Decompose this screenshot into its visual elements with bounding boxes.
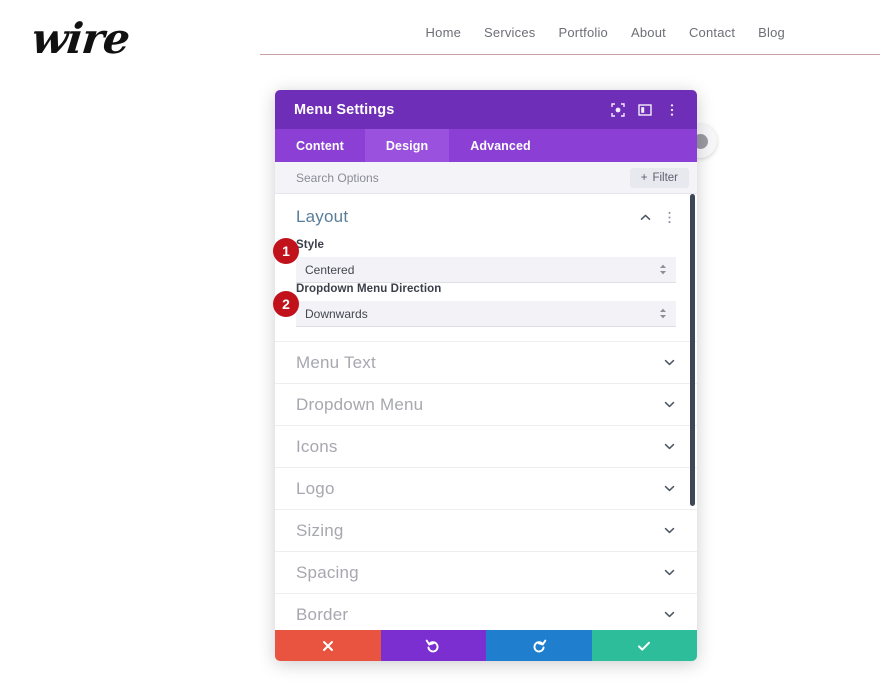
annotation-badge-2: 2 bbox=[273, 291, 299, 317]
kebab-menu-icon[interactable] bbox=[661, 99, 683, 121]
cancel-button[interactable] bbox=[275, 630, 381, 661]
plus-icon: + bbox=[640, 171, 648, 184]
section-icons[interactable]: Icons bbox=[275, 426, 697, 468]
chevron-down-icon[interactable] bbox=[663, 482, 676, 495]
undo-button[interactable] bbox=[380, 630, 486, 661]
section-sizing[interactable]: Sizing bbox=[275, 510, 697, 552]
nav-item-home[interactable]: Home bbox=[426, 25, 461, 40]
section-dropdown-menu-label: Dropdown Menu bbox=[296, 394, 424, 414]
search-row: + Filter bbox=[275, 162, 697, 194]
check-icon bbox=[638, 641, 651, 651]
nav-item-services[interactable]: Services bbox=[484, 25, 535, 40]
section-spacing-label: Spacing bbox=[296, 562, 359, 582]
chevron-down-icon[interactable] bbox=[663, 608, 676, 621]
header-accent-line bbox=[260, 54, 880, 55]
modal-title: Menu Settings bbox=[294, 101, 395, 118]
section-sizing-label: Sizing bbox=[296, 520, 344, 540]
modal-footer bbox=[275, 630, 697, 661]
redo-button[interactable] bbox=[486, 630, 592, 661]
nav-item-contact[interactable]: Contact bbox=[689, 25, 735, 40]
chevron-down-icon[interactable] bbox=[663, 398, 676, 411]
section-menu-text[interactable]: Menu Text bbox=[275, 342, 697, 384]
modal-header: Menu Settings bbox=[275, 90, 697, 129]
dropdown-direction-select-value: Downwards bbox=[305, 306, 368, 321]
layout-panel-icon[interactable] bbox=[634, 99, 656, 121]
stepper-arrows-icon bbox=[659, 308, 667, 319]
section-layout-title: Layout bbox=[296, 207, 349, 226]
menu-settings-modal: Menu Settings Content Design Advanced Se… bbox=[275, 90, 697, 661]
field-dropdown-menu-direction: Dropdown Menu Direction Downwards bbox=[296, 283, 676, 327]
section-border-label: Border bbox=[296, 604, 349, 624]
main-navigation: Home Services Portfolio About Contact Bl… bbox=[426, 25, 785, 40]
section-kebab-menu-icon[interactable] bbox=[663, 211, 676, 224]
stepper-arrows-icon bbox=[659, 264, 667, 275]
nav-item-blog[interactable]: Blog bbox=[758, 25, 785, 40]
modal-body: Layout Style Centered Dropdown Menu Dire… bbox=[275, 194, 697, 630]
search-input[interactable] bbox=[294, 169, 630, 186]
section-icons-label: Icons bbox=[296, 436, 338, 456]
tab-advanced[interactable]: Advanced bbox=[449, 129, 552, 162]
section-menu-text-label: Menu Text bbox=[296, 352, 376, 372]
nav-item-portfolio[interactable]: Portfolio bbox=[558, 25, 608, 40]
filter-button-label: Filter bbox=[652, 171, 678, 184]
nav-item-about[interactable]: About bbox=[631, 25, 666, 40]
section-layout: Layout Style Centered Dropdown Menu Dire… bbox=[275, 194, 697, 342]
chevron-down-icon[interactable] bbox=[663, 440, 676, 453]
vertical-scrollbar-thumb[interactable] bbox=[690, 194, 695, 506]
section-logo[interactable]: Logo bbox=[275, 468, 697, 510]
annotation-badge-1: 1 bbox=[273, 238, 299, 264]
field-style: Style Centered bbox=[296, 239, 676, 283]
undo-icon bbox=[426, 639, 439, 652]
section-border[interactable]: Border bbox=[275, 594, 697, 630]
filter-button[interactable]: + Filter bbox=[629, 167, 689, 188]
field-dropdown-direction-label: Dropdown Menu Direction bbox=[296, 283, 442, 295]
chevron-up-icon[interactable] bbox=[639, 211, 652, 224]
style-select[interactable]: Centered bbox=[296, 257, 676, 283]
section-spacing[interactable]: Spacing bbox=[275, 552, 697, 594]
style-select-value: Centered bbox=[305, 262, 355, 277]
field-style-label: Style bbox=[296, 239, 324, 251]
modal-tabs: Content Design Advanced bbox=[275, 129, 697, 162]
chevron-down-icon[interactable] bbox=[663, 566, 676, 579]
close-icon bbox=[322, 640, 333, 651]
chevron-down-icon[interactable] bbox=[663, 356, 676, 369]
tab-design[interactable]: Design bbox=[364, 129, 450, 162]
save-button[interactable] bbox=[591, 630, 697, 661]
dropdown-direction-select[interactable]: Downwards bbox=[296, 301, 676, 327]
site-logo[interactable]: wire bbox=[29, 14, 131, 63]
section-layout-header[interactable]: Layout bbox=[296, 207, 676, 227]
chevron-down-icon[interactable] bbox=[663, 524, 676, 537]
target-icon[interactable] bbox=[607, 99, 629, 121]
redo-icon bbox=[533, 639, 546, 652]
section-logo-label: Logo bbox=[296, 478, 335, 498]
section-dropdown-menu[interactable]: Dropdown Menu bbox=[275, 384, 697, 426]
site-header: wire Home Services Portfolio About Conta… bbox=[0, 0, 880, 68]
tab-content[interactable]: Content bbox=[275, 129, 365, 162]
